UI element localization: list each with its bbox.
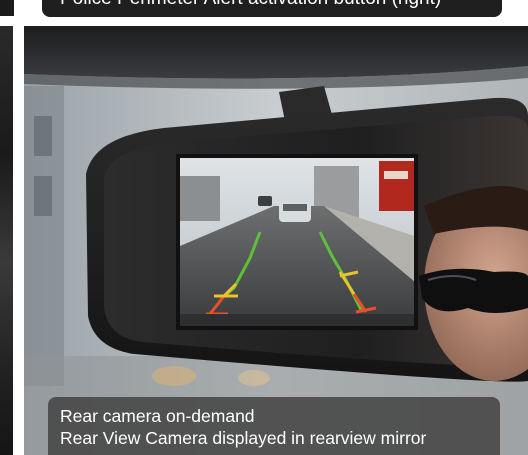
caption-description: Rear View Camera displayed in rearview m… (60, 428, 427, 448)
panel-gutter (13, 26, 24, 455)
neighbor-caption-box: Police Perimeter Alert activation button… (42, 0, 502, 17)
rearview-mirror-photo (24, 26, 528, 455)
caption-box: Rear camera on-demand Rear View Camera d… (48, 397, 500, 455)
photo-illustration (24, 26, 528, 455)
neighbor-photo-edge (0, 26, 13, 455)
caption-title: Rear camera on-demand (60, 406, 255, 426)
top-strip: Police Perimeter Alert activation button… (0, 0, 528, 26)
camera-screen (176, 154, 418, 330)
neighbor-photo-corner (0, 0, 14, 16)
neighbor-caption-text: Police Perimeter Alert activation button… (60, 0, 441, 11)
